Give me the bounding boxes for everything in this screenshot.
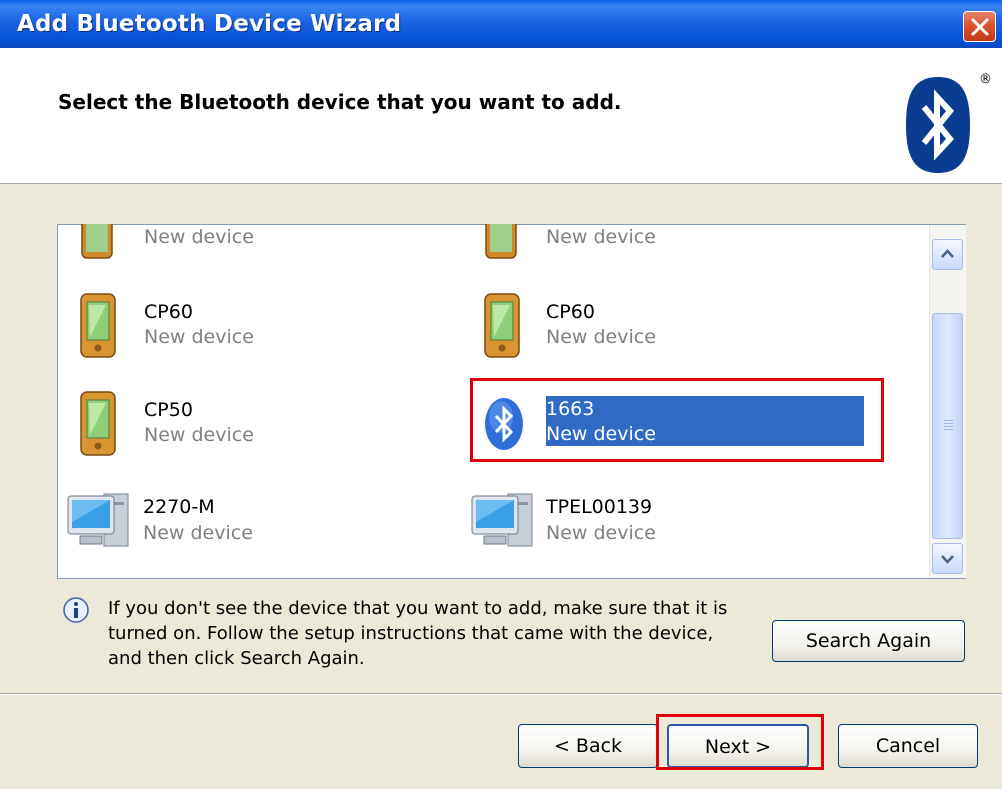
device-name: CP60	[546, 301, 595, 323]
pocket-pc-icon	[80, 293, 116, 358]
list-item[interactable]: CP50 New device	[78, 391, 378, 471]
scroll-thumb[interactable]	[932, 313, 963, 539]
info-icon	[63, 597, 89, 623]
computer-icon	[471, 493, 533, 547]
list-item[interactable]: CP60 New device	[482, 293, 782, 373]
grip-line	[944, 423, 953, 424]
pocket-pc-icon	[484, 293, 520, 358]
window-title: Add Bluetooth Device Wizard	[17, 11, 402, 37]
device-name: CP60	[144, 301, 193, 323]
scroll-up-button[interactable]	[932, 239, 963, 270]
device-status: New device	[144, 326, 254, 348]
highlight-box	[470, 378, 884, 462]
page-title: Select the Bluetooth device that you wan…	[58, 90, 622, 114]
device-status: New device	[143, 522, 253, 544]
cancel-button[interactable]: Cancel	[838, 724, 978, 768]
wizard-window: Add Bluetooth Device Wizard Select the B…	[0, 0, 1002, 789]
vertical-scrollbar[interactable]	[929, 225, 966, 578]
scroll-down-button[interactable]	[932, 543, 963, 574]
list-item[interactable]: CP60 New device	[78, 293, 378, 373]
grip-line	[944, 426, 953, 427]
info-line: turned on. Follow the setup instructions…	[108, 623, 714, 644]
pocket-pc-icon	[485, 222, 517, 259]
device-name: TPEL00139	[546, 496, 653, 518]
bluetooth-logo-icon	[906, 77, 970, 173]
device-status: New device	[546, 226, 656, 248]
list-item[interactable]: New device	[78, 222, 378, 302]
title-bar[interactable]: Add Bluetooth Device Wizard	[0, 0, 1002, 48]
device-status: New device	[546, 522, 656, 544]
list-item[interactable]: New device	[482, 222, 782, 302]
pocket-pc-icon	[80, 391, 116, 456]
grip-line	[944, 420, 953, 421]
info-message: If you don't see the device that you wan…	[108, 596, 768, 671]
device-name: CP50	[144, 399, 193, 421]
computer-icon	[67, 493, 129, 547]
back-button[interactable]: < Back	[518, 724, 658, 768]
device-status: New device	[144, 226, 254, 248]
divider	[0, 693, 1002, 695]
list-item[interactable]: TPEL00139 New device	[470, 490, 770, 570]
device-name: 2270-M	[143, 496, 215, 518]
pocket-pc-icon	[81, 222, 113, 259]
grip-line	[944, 429, 953, 430]
registered-mark: ®	[979, 72, 992, 87]
list-item[interactable]: 2270-M New device	[66, 490, 366, 570]
close-icon	[971, 18, 989, 36]
search-again-button[interactable]: Search Again	[772, 620, 965, 662]
highlight-box	[656, 714, 824, 770]
device-status: New device	[546, 326, 656, 348]
close-button[interactable]	[963, 11, 996, 42]
device-status: New device	[144, 424, 254, 446]
chevron-up-icon	[941, 249, 954, 258]
chevron-down-icon	[941, 555, 954, 564]
list-top-mask	[57, 210, 966, 224]
info-line: and then click Search Again.	[108, 648, 365, 669]
wizard-header	[0, 48, 1002, 184]
info-line: If you don't see the device that you wan…	[108, 598, 728, 619]
